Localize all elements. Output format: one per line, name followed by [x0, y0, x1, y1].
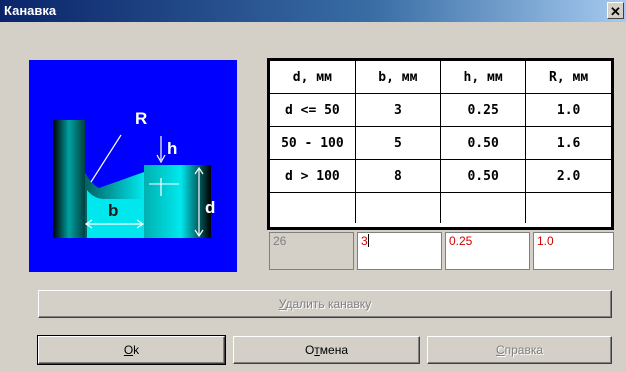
close-button[interactable]: ✕ [607, 2, 624, 19]
table-cell[interactable]: 5 [355, 126, 442, 160]
table-cell[interactable] [526, 193, 611, 224]
table-row-empty[interactable] [270, 192, 611, 224]
cancel-button[interactable]: Отмена [233, 336, 420, 364]
table-header-row: d, мм b, мм h, мм R, мм [270, 61, 611, 94]
table-cell[interactable]: 1.0 [525, 93, 611, 127]
table-cell[interactable]: d > 100 [270, 159, 356, 193]
header-d: d, мм [270, 61, 356, 94]
table-row[interactable]: d <= 50 3 0.25 1.0 [270, 93, 611, 127]
radius-label: R [135, 109, 147, 128]
window-title: Канавка [4, 3, 57, 18]
table-cell[interactable] [270, 192, 356, 223]
header-r: R, мм [525, 61, 611, 94]
table-cell[interactable]: 3 [355, 93, 442, 127]
shaft-right-section [144, 165, 211, 238]
header-h: h, мм [440, 61, 527, 94]
table-cell[interactable]: 8 [355, 159, 442, 193]
ok-button[interactable]: Оk [37, 335, 226, 365]
h-value-field[interactable]: 0.25 [445, 232, 530, 270]
table-cell[interactable]: 0.50 [440, 126, 527, 160]
title-bar: Канавка ✕ [0, 0, 626, 22]
diameter-label: d [205, 198, 215, 217]
groove-dialog: Канавка ✕ R h b d d, мм b, мм h, мм R, м… [0, 0, 626, 372]
close-icon: ✕ [610, 4, 621, 19]
table-cell[interactable]: 2.0 [525, 159, 611, 193]
table-cell[interactable]: d <= 50 [270, 93, 356, 127]
d-value-field[interactable]: 26 [269, 232, 354, 270]
table-cell[interactable]: 50 - 100 [270, 126, 356, 160]
delete-groove-button[interactable]: Удалить канавку [38, 290, 612, 318]
help-button[interactable]: Справка [427, 336, 612, 364]
table-cell[interactable]: 0.25 [440, 93, 527, 127]
groove-parameters-table: d, мм b, мм h, мм R, мм d <= 50 3 0.25 1… [267, 58, 614, 230]
table-cell[interactable]: 1.6 [525, 126, 611, 160]
groove-diagram: R h b d [29, 60, 237, 272]
b-value-field[interactable]: 3 [357, 232, 442, 270]
table-row[interactable]: 50 - 100 5 0.50 1.6 [270, 126, 611, 160]
width-label: b [108, 201, 118, 220]
table-cell[interactable] [355, 192, 442, 223]
depth-label: h [167, 139, 177, 158]
header-b: b, мм [355, 61, 442, 94]
r-value-field[interactable]: 1.0 [533, 232, 614, 270]
text-cursor [367, 234, 369, 247]
table-cell[interactable] [440, 192, 527, 223]
shaft-left-section [53, 120, 85, 238]
table-cell[interactable]: 0.50 [440, 159, 527, 193]
table-row[interactable]: d > 100 8 0.50 2.0 [270, 159, 611, 193]
b-value-text: 3 [361, 234, 368, 248]
